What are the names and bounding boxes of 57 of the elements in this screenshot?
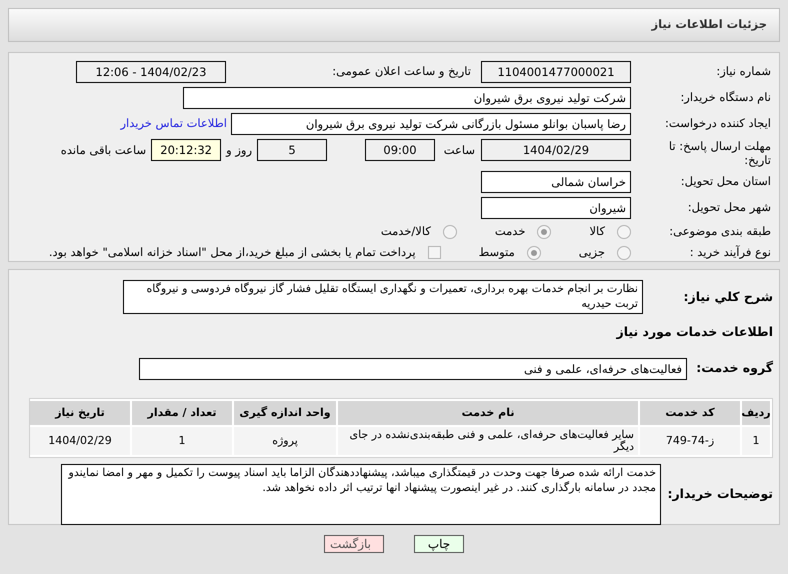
announce-date-field: 1404/02/23 - 12:06 bbox=[76, 61, 226, 83]
column-header: تاریخ نیاز bbox=[30, 400, 130, 425]
checkbox[interactable] bbox=[428, 246, 441, 260]
field-label: نوع فرآیند خرید : bbox=[688, 244, 771, 262]
radio-button[interactable] bbox=[617, 246, 631, 260]
print-button[interactable]: چاپ bbox=[414, 535, 464, 553]
days-field: 5 bbox=[257, 139, 327, 161]
column-header: ردیف bbox=[742, 400, 770, 425]
radio-button[interactable] bbox=[617, 224, 631, 239]
radio-button[interactable] bbox=[537, 224, 552, 239]
field-label: توضیحات خریدار: bbox=[666, 484, 773, 503]
service-group-field: فعالیت‌های حرفه‌ای، علمی و فنی bbox=[139, 358, 687, 380]
field-label: ساعت باقی مانده bbox=[60, 142, 146, 159]
need-number-field: 1104001477000021 bbox=[481, 61, 631, 83]
field-label: طبقه بندی موضوعی: bbox=[668, 223, 771, 240]
page-title: جزئیات اطلاعات نیاز bbox=[651, 16, 767, 34]
column-header: نام خدمت bbox=[338, 400, 638, 425]
field-label: نام دستگاه خریدار: bbox=[679, 89, 771, 106]
province-field: خراسان شمالی bbox=[481, 171, 631, 193]
field-label: شماره نیاز: bbox=[715, 63, 771, 80]
deadline-time-field: 09:00 bbox=[365, 139, 435, 161]
column-header: تعداد / مقدار bbox=[132, 400, 232, 425]
radio-label: خدمت bbox=[494, 223, 526, 240]
table-cell: ز-74-749 bbox=[640, 426, 740, 455]
field-label: ساعت bbox=[442, 142, 475, 159]
radio-label: کالا bbox=[589, 223, 605, 240]
table-cell: سایر فعالیت‌های حرفه‌ای، علمی و فنی طبقه‌بندی‌نشده در جای دیگر bbox=[338, 426, 638, 455]
radio-label: جزیی bbox=[578, 244, 605, 262]
column-header: کد خدمت bbox=[640, 400, 740, 425]
payment-note: پرداخت تمام یا بخشی از مبلغ خرید،از محل "اسناد خزانه اسلامی" خواهد بود. bbox=[48, 244, 416, 262]
field-label: شهر محل تحویل: bbox=[686, 199, 771, 216]
description-textarea[interactable]: نظارت بر انجام خدمات بهره برداری، تعمیرات و نگهداری ایستگاه تقلیل فشار گاز نیروگاه فردوسی و نیروگاه تربت حیدریه bbox=[123, 280, 643, 314]
field-label: مهلت ارسال پاسخ: تا تاریخ: bbox=[668, 139, 771, 167]
buyer-contact-link[interactable]: اطلاعات تماس خریدار bbox=[120, 115, 227, 133]
field-label: استان محل تحویل: bbox=[680, 173, 771, 190]
field-label: تاریخ و ساعت اعلان عمومی: bbox=[331, 63, 471, 80]
field-label: گروه خدمت: bbox=[695, 359, 773, 378]
buyer-name-field: شرکت تولید نیروی برق شیروان bbox=[183, 87, 631, 109]
back-button[interactable]: بازگشت bbox=[324, 535, 384, 553]
field-label: شرح کلي نياز: bbox=[682, 288, 773, 306]
field-label: ایجاد کننده درخواست: bbox=[664, 115, 771, 132]
radio-label: کالا/خدمت bbox=[380, 223, 431, 240]
section-title: اطلاعات خدمات مورد نياز bbox=[616, 324, 773, 339]
creator-field: رضا پاسبان بوانلو مسئول بازرگانی شرکت تولید نیروی برق شیروان bbox=[231, 113, 631, 135]
radio-button[interactable] bbox=[526, 246, 541, 260]
radio-button[interactable] bbox=[442, 224, 457, 239]
radio-label: متوسط bbox=[478, 244, 515, 262]
table-cell: پروژه bbox=[234, 426, 336, 455]
field-label: روز و bbox=[226, 142, 252, 159]
table-cell: 1 bbox=[132, 426, 232, 455]
deadline-date-field: 1404/02/29 bbox=[481, 139, 631, 161]
table-cell: 1 bbox=[742, 426, 770, 455]
city-field: شیروان bbox=[481, 197, 631, 219]
table-cell: 1404/02/29 bbox=[30, 426, 130, 455]
notes-textarea[interactable]: خدمت ارائه شده صرفا جهت وحدت در قیمتگذاری میباشد، پیشنهاددهندگان الزاما باید اسناد پیوست را تکمیل و مهر و امضا نمایندو مجدد در سامانه بارگذاری کنند. در غیر اینصورت پیشنهاد انها ترتیب اثر داده نخواهد شد. bbox=[61, 464, 661, 525]
remaining-time-field: 20:12:32 bbox=[151, 139, 222, 161]
column-header: واحد اندازه گیری bbox=[234, 400, 336, 425]
